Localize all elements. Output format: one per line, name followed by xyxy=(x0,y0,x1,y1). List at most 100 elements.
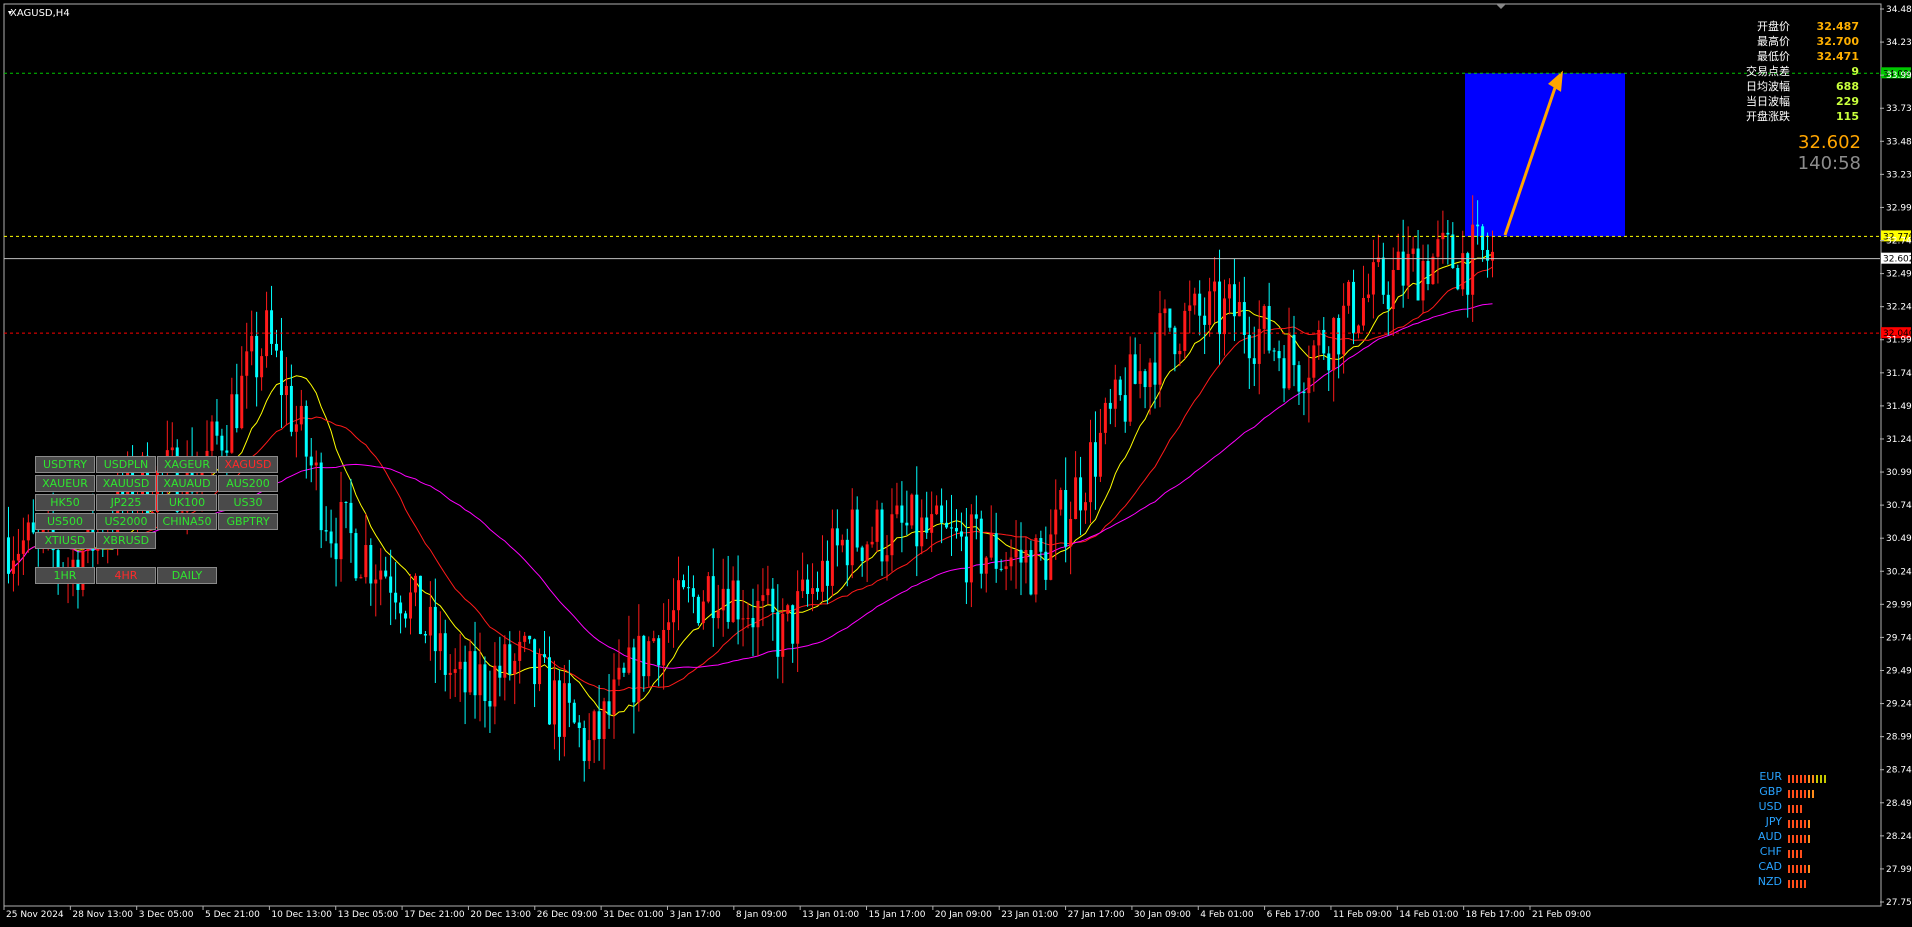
candle-bear xyxy=(1426,260,1430,285)
candle-bull xyxy=(935,505,939,515)
timeframe-button-4hr[interactable]: 4HR xyxy=(96,567,156,584)
strength-meter xyxy=(1788,803,1804,816)
candle-bull xyxy=(637,635,641,703)
strength-bar xyxy=(1796,850,1798,858)
candle-bull xyxy=(374,579,378,584)
symbol-button-hk50[interactable]: HK50 xyxy=(35,494,95,511)
candle-bull xyxy=(930,514,934,533)
symbol-button-xageur[interactable]: XAGEUR xyxy=(157,456,217,473)
strength-bar xyxy=(1808,835,1810,843)
candle-bull xyxy=(721,588,725,611)
symbol-button-gbptry[interactable]: GBPTRY xyxy=(218,513,278,530)
strength-bar xyxy=(1808,790,1810,798)
timeframe-button-daily[interactable]: DAILY xyxy=(157,567,217,584)
info-value: 32.487 xyxy=(1816,20,1859,33)
candle-bear xyxy=(1352,281,1356,334)
candle-bull xyxy=(1098,432,1102,477)
candle-bear xyxy=(423,634,427,636)
candle-bull xyxy=(438,633,442,652)
candle-bull xyxy=(260,356,264,378)
candle-bear xyxy=(1456,268,1460,290)
candle-bull xyxy=(170,447,174,451)
strength-meter xyxy=(1788,773,1828,786)
symbol-button-xbrusd[interactable]: XBRUSD xyxy=(96,532,156,549)
candle-bull xyxy=(786,605,790,614)
candle-bear xyxy=(309,456,313,466)
strength-meter xyxy=(1788,863,1812,876)
candle-bull xyxy=(409,592,413,619)
currency-code: JPY xyxy=(1765,815,1782,828)
candle-bull xyxy=(210,421,214,451)
candle-bear xyxy=(855,509,859,548)
symbol-button-us500[interactable]: US500 xyxy=(35,513,95,530)
symbol-button-usdtry[interactable]: USDTRY xyxy=(35,456,95,473)
symbol-button-xaueur[interactable]: XAUEUR xyxy=(35,475,95,492)
price-chart[interactable]: 34.00032.77032.60232.040 34.48534.23533.… xyxy=(0,0,1912,927)
strength-bar xyxy=(1804,775,1806,783)
symbol-button-xauusd[interactable]: XAUUSD xyxy=(96,475,156,492)
x-tick-label: 11 Feb 09:00 xyxy=(1333,910,1392,920)
currency-code: GBP xyxy=(1759,785,1782,798)
strength-bar xyxy=(1824,775,1826,783)
candle-bear xyxy=(488,701,492,707)
candle-bull xyxy=(1257,328,1261,364)
candle-bull xyxy=(1049,534,1053,580)
symbol-button-jp225[interactable]: JP225 xyxy=(96,494,156,511)
symbol-button-china50[interactable]: CHINA50 xyxy=(157,513,217,530)
symbol-button-uk100[interactable]: UK100 xyxy=(157,494,217,511)
strength-bar xyxy=(1804,880,1806,888)
info-label: 开盘价 xyxy=(1757,20,1790,33)
candle-bull xyxy=(920,517,924,547)
symbol-button-us2000[interactable]: US2000 xyxy=(96,513,156,530)
candle-bear xyxy=(349,502,353,534)
candle-bear xyxy=(945,522,949,528)
candle-bear xyxy=(443,633,447,675)
candle-bull xyxy=(1004,566,1008,570)
candle-bull xyxy=(716,610,720,619)
candle-bull xyxy=(1088,442,1092,503)
candle-bear xyxy=(726,588,730,622)
candle-bull xyxy=(602,701,606,739)
symbol-button-us30[interactable]: US30 xyxy=(218,494,278,511)
symbol-title: XAGUSD,H4 xyxy=(10,8,70,19)
strength-bar xyxy=(1816,775,1818,783)
candle-bear xyxy=(691,588,695,597)
symbol-button-xauaud[interactable]: XAUAUD xyxy=(157,475,217,492)
candle-bull xyxy=(875,509,879,542)
strength-bar xyxy=(1788,865,1790,873)
candle-bear xyxy=(736,580,740,620)
candle-bull xyxy=(468,651,472,693)
candle-bull xyxy=(1371,262,1375,295)
candle-bear xyxy=(582,728,586,762)
strength-bar xyxy=(1796,775,1798,783)
timeframe-button-1hr[interactable]: 1HR xyxy=(35,567,95,584)
candle-bear xyxy=(994,533,998,569)
x-tick-label: 18 Feb 17:00 xyxy=(1466,910,1525,920)
info-label: 开盘涨跌 xyxy=(1746,110,1790,123)
candle-bear xyxy=(399,602,403,614)
candle-bull xyxy=(1183,310,1187,351)
candle-bull xyxy=(1024,549,1028,563)
symbol-button-xagusd[interactable]: XAGUSD xyxy=(218,456,278,473)
symbol-button-xtiusd[interactable]: XTIUSD xyxy=(35,532,95,549)
strength-bar xyxy=(1792,835,1794,843)
symbol-button-usdpln[interactable]: USDPLN xyxy=(96,456,156,473)
candle-bull xyxy=(1471,224,1475,295)
x-tick-label: 17 Dec 21:00 xyxy=(404,910,465,920)
candle-bear xyxy=(642,635,646,677)
candle-bear xyxy=(959,531,963,537)
currency-code: CAD xyxy=(1758,860,1782,873)
candle-bear xyxy=(925,517,929,533)
candle-bull xyxy=(428,606,432,636)
candle-bear xyxy=(1337,317,1341,355)
symbol-button-aus200[interactable]: AUS200 xyxy=(218,475,278,492)
candle-bull xyxy=(1357,325,1361,334)
candle-bear xyxy=(433,606,437,652)
x-tick-label: 5 Dec 21:00 xyxy=(205,910,260,920)
candle-bear xyxy=(954,527,958,532)
strength-bar xyxy=(1788,835,1790,843)
candle-bear xyxy=(6,537,10,574)
candle-bear xyxy=(1173,327,1177,355)
strength-bar xyxy=(1792,880,1794,888)
candle-bear xyxy=(597,711,601,739)
